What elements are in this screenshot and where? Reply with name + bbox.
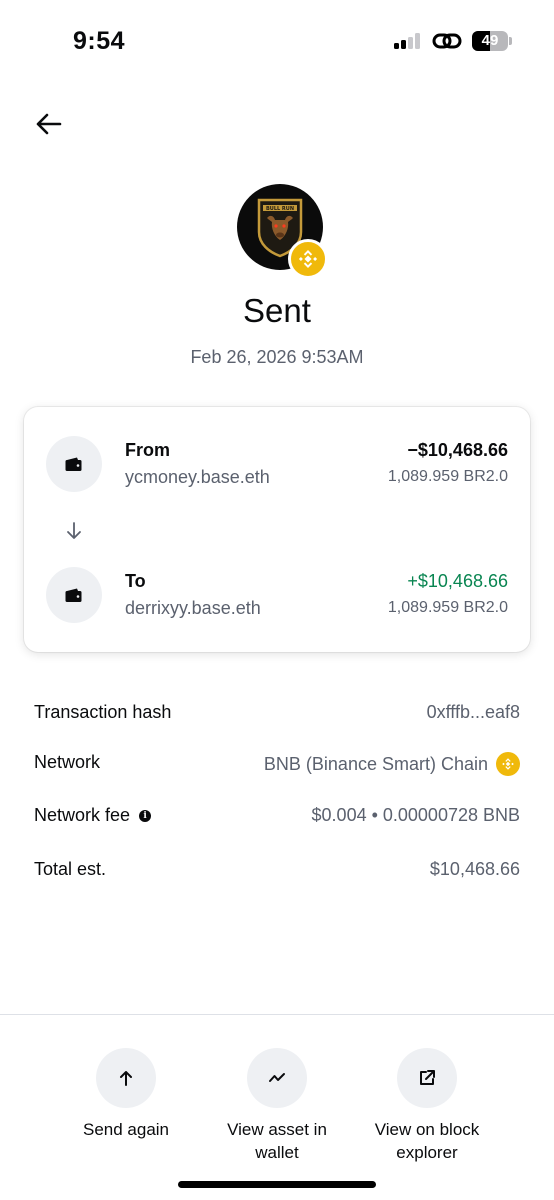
send-again-circle[interactable] — [96, 1048, 156, 1108]
divider — [0, 1014, 554, 1015]
network-fee-label: Network fee — [34, 805, 131, 825]
from-amount: −$10,468.66 — [407, 440, 508, 460]
to-label: To — [125, 571, 146, 591]
view-explorer-label: View on block explorer — [352, 1118, 502, 1164]
view-explorer-button[interactable]: View on block explorer — [352, 1048, 502, 1164]
transaction-hash-value[interactable]: 0xfffb...eaf8 — [427, 702, 520, 723]
wallet-icon — [65, 457, 82, 471]
bnb-icon — [496, 752, 520, 776]
to-address: derrixyy.base.eth — [125, 598, 261, 618]
home-indicator[interactable] — [178, 1181, 376, 1188]
battery-percent: 49 — [481, 32, 499, 49]
trend-line-icon — [269, 1073, 285, 1082]
view-asset-label: View asset in wallet — [202, 1118, 352, 1164]
transfer-card: From ycmoney.base.eth −$10,468.66 1,089.… — [24, 407, 530, 652]
cellular-signal-icon — [394, 33, 422, 49]
arrow-down-icon — [67, 522, 81, 539]
personal-hotspot-icon — [432, 33, 462, 49]
status-time: 9:54 — [73, 27, 126, 55]
total-value: $10,468.66 — [429, 859, 520, 879]
info-icon[interactable]: i — [139, 809, 152, 822]
wallet-icon — [65, 588, 82, 602]
to-wallet-avatar — [46, 567, 102, 623]
to-row: To derrixyy.base.eth +$10,468.66 1,089.9… — [24, 567, 530, 623]
network-value-wrap: BNB (Binance Smart) Chain — [264, 752, 520, 776]
from-token-amount: 1,089.959 BR2.0 — [387, 468, 508, 485]
network-row: Network BNB (Binance Smart) Chain — [34, 752, 520, 782]
avatar-logo-text: BULL RUN — [266, 206, 294, 212]
total-label: Total est. — [34, 859, 107, 879]
total-row: Total est. $10,468.66 — [34, 859, 520, 889]
view-asset-label-line1: View asset in — [227, 1120, 327, 1139]
from-wallet-avatar — [46, 436, 102, 492]
view-explorer-circle[interactable] — [397, 1048, 457, 1108]
status-bar: 9:54 49 — [0, 0, 554, 80]
from-address: ycmoney.base.eth — [125, 467, 270, 487]
view-asset-button[interactable]: View asset in wallet — [202, 1048, 352, 1164]
battery-icon: 49 — [472, 31, 512, 51]
from-row: From ycmoney.base.eth −$10,468.66 1,089.… — [24, 436, 530, 492]
view-explorer-label-line2: explorer — [396, 1143, 458, 1162]
to-token-amount: 1,089.959 BR2.0 — [387, 599, 508, 616]
send-again-button[interactable]: Send again — [51, 1048, 201, 1141]
bnb-icon — [298, 250, 318, 268]
network-fee-row: Network fee i $0.004 • 0.00000728 BNB — [34, 805, 520, 835]
view-asset-circle[interactable] — [247, 1048, 307, 1108]
transaction-hash-row[interactable]: Transaction hash 0xfffb...eaf8 — [34, 702, 520, 732]
bnb-chain-badge — [288, 239, 328, 279]
external-link-icon — [420, 1070, 435, 1085]
network-label: Network — [34, 752, 101, 772]
view-explorer-label-line1: View on block — [374, 1120, 480, 1139]
network-fee-label-wrap: Network fee i — [34, 805, 152, 826]
transaction-timestamp: Feb 26, 2026 9:53AM — [190, 347, 364, 367]
arrow-left-icon — [36, 113, 62, 135]
send-again-label: Send again — [82, 1120, 170, 1139]
arrow-up-icon — [120, 1071, 132, 1086]
network-value: BNB (Binance Smart) Chain — [263, 753, 488, 774]
network-fee-value: $0.004 • 0.00000728 BNB — [311, 805, 520, 825]
page-title: Sent — [243, 292, 311, 329]
view-asset-label-line2: wallet — [255, 1143, 299, 1162]
back-button[interactable] — [30, 106, 66, 142]
to-amount: +$10,468.66 — [407, 571, 508, 591]
transaction-hash-label: Transaction hash — [34, 702, 172, 722]
from-label: From — [125, 440, 170, 460]
